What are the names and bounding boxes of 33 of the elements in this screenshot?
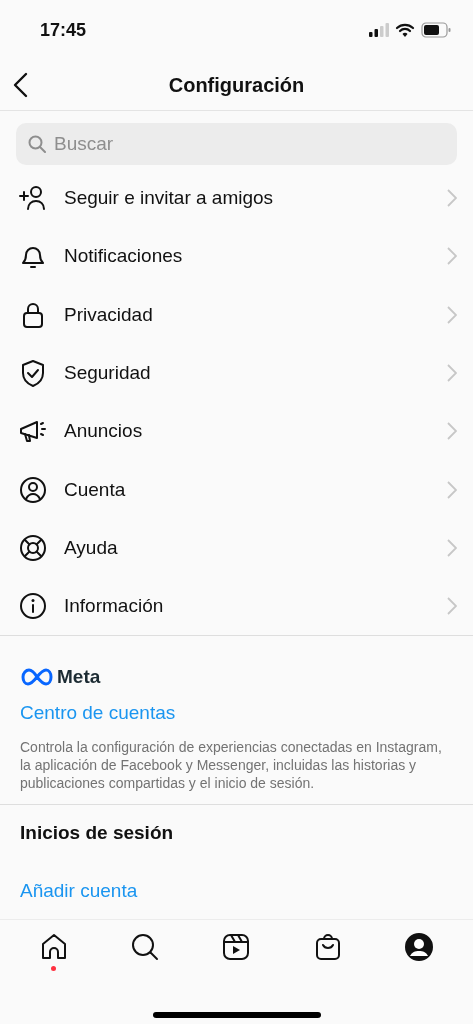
signal-icon bbox=[369, 22, 389, 38]
status-time: 17:45 bbox=[40, 19, 87, 41]
chevron-right-icon bbox=[447, 247, 457, 266]
brand-name: Meta bbox=[57, 666, 101, 689]
info-icon bbox=[18, 591, 48, 622]
chevron-right-icon bbox=[447, 597, 457, 616]
screen-title: Configuración bbox=[167, 73, 306, 97]
chevron-right-icon bbox=[447, 538, 457, 557]
video-icon bbox=[221, 932, 252, 963]
battery-icon bbox=[421, 22, 451, 38]
chevron-right-icon bbox=[447, 480, 457, 499]
section-title: Inicios de sesión bbox=[19, 821, 175, 845]
settings-item[interactable]: Privacidad bbox=[0, 285, 473, 344]
chevron-right-icon bbox=[447, 189, 457, 208]
chevron-right-icon bbox=[447, 422, 457, 441]
settings-item[interactable]: Seguir e invitar a amigos bbox=[0, 169, 473, 228]
chevron-right-icon bbox=[447, 364, 457, 383]
settings-item[interactable]: Ayuda bbox=[0, 518, 473, 578]
search-field[interactable]: Buscar bbox=[16, 123, 457, 165]
profile-icon bbox=[404, 932, 435, 963]
description-text: Controla la configuración de experiencias conectadas en Instagram, la aplicación de Facebook y Messenger, incluidas las historias y publicaciones compartidas y el inicio de sesión. bbox=[20, 738, 443, 793]
settings-item[interactable]: Notificaciones bbox=[0, 227, 473, 286]
wifi-icon bbox=[395, 22, 415, 38]
settings-item[interactable]: Cuenta bbox=[0, 460, 473, 519]
settings-item[interactable]: Anuncios bbox=[0, 402, 473, 461]
lifebuoy-icon bbox=[18, 532, 48, 563]
search-icon bbox=[28, 135, 46, 153]
settings-item[interactable]: Información bbox=[0, 577, 473, 636]
settings-item[interactable]: Seguridad bbox=[0, 343, 473, 403]
chevron-right-icon bbox=[447, 305, 457, 324]
account-icon bbox=[18, 474, 48, 505]
search-icon bbox=[130, 932, 161, 963]
infinity-logo-icon bbox=[20, 668, 54, 687]
